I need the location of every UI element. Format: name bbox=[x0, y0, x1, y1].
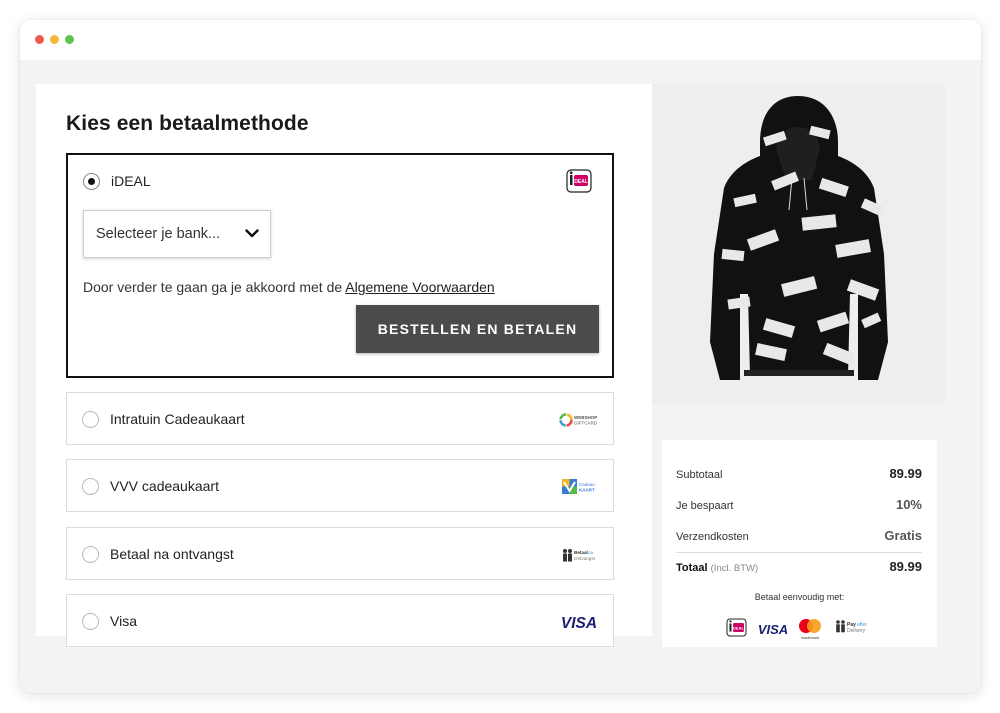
method-label-intratuin: Intratuin Cadeaukaart bbox=[110, 411, 245, 427]
radio-intratuin[interactable] bbox=[82, 411, 99, 428]
discount-label: Je bespaart bbox=[676, 500, 734, 512]
svg-text:WEBSHOP: WEBSHOP bbox=[574, 415, 597, 420]
payafter-delivery-logo-icon: Pay after Delivery bbox=[836, 620, 867, 634]
terms-prefix: Door verder te gaan ga je akkoord met de bbox=[83, 279, 343, 295]
summary-divider bbox=[676, 552, 922, 553]
svg-text:mastercard: mastercard bbox=[801, 636, 819, 640]
subtotal-value: 89.99 bbox=[889, 466, 922, 481]
maximize-window-dot[interactable] bbox=[65, 35, 74, 44]
svg-text:na: na bbox=[588, 550, 594, 555]
ideal-logo-icon: DEAL bbox=[726, 618, 747, 637]
svg-text:Cadeau: Cadeau bbox=[579, 482, 595, 487]
summary-row-total: Totaal (Incl. BTW) 89.99 bbox=[676, 559, 922, 579]
betaal-na-ontvangst-logo-icon: Betaal na Ontvangst bbox=[563, 549, 596, 562]
total-value: 89.99 bbox=[889, 559, 922, 574]
terms-link[interactable]: Algemene Voorwaarden bbox=[345, 279, 494, 295]
radio-ideal-selected[interactable] bbox=[83, 173, 100, 190]
browser-window: Kies een betaalmethode iDEAL DEAL Select… bbox=[20, 20, 981, 693]
shipping-label: Verzendkosten bbox=[676, 531, 749, 543]
method-label-vvv: VVV cadeaukaart bbox=[110, 478, 219, 494]
bank-select-dropdown[interactable]: Selecteer je bank... bbox=[83, 210, 271, 258]
radio-visa[interactable] bbox=[82, 613, 99, 630]
minimize-window-dot[interactable] bbox=[50, 35, 59, 44]
summary-row-shipping: Verzendkosten Gratis bbox=[676, 528, 922, 548]
svg-text:KAART: KAART bbox=[579, 488, 595, 493]
svg-text:DEAL: DEAL bbox=[733, 626, 744, 631]
bank-select-value: Selecteer je bank... bbox=[96, 226, 221, 242]
webshop-giftcard-logo-icon: WEBSHOP GIFTCARD bbox=[559, 413, 598, 427]
mastercard-logo-icon: mastercard bbox=[799, 619, 821, 640]
close-window-dot[interactable] bbox=[35, 35, 44, 44]
window-titlebar bbox=[20, 20, 981, 60]
payment-method-betaal-na-ontvangst[interactable]: Betaal na ontvangst Betaal na Ontvangst bbox=[66, 527, 614, 580]
ideal-logo-icon: DEAL bbox=[566, 169, 592, 193]
method-label-betaal-na-ontvangst: Betaal na ontvangst bbox=[110, 546, 234, 562]
terms-text: Door verder te gaan ga je akkoord met de… bbox=[83, 279, 495, 295]
svg-text:DEAL: DEAL bbox=[574, 179, 588, 185]
method-label-ideal: iDEAL bbox=[111, 173, 151, 189]
radio-vvv[interactable] bbox=[82, 478, 99, 495]
vvv-cadeaukaart-logo-icon: Cadeau KAART bbox=[562, 479, 595, 494]
subtotal-label: Subtotaal bbox=[676, 469, 723, 481]
chevron-down-icon bbox=[245, 229, 259, 238]
visa-logo-icon: VISA bbox=[758, 622, 788, 637]
black-printed-hoodie-image bbox=[710, 96, 888, 380]
summary-row-discount: Je bespaart 10% bbox=[676, 497, 922, 517]
total-label: Totaal (Incl. BTW) bbox=[676, 562, 759, 574]
payment-logos: DEAL VISA mastercard Pay after Delivery bbox=[726, 618, 867, 640]
svg-text:VISA: VISA bbox=[561, 615, 597, 632]
page-title: Kies een betaalmethode bbox=[66, 112, 309, 135]
shipping-value: Gratis bbox=[884, 528, 922, 543]
discount-value: 10% bbox=[895, 497, 922, 512]
order-summary: Subtotaal 89.99 Je bespaart 10% Verzendk… bbox=[662, 440, 937, 647]
pay-easy-text: Betaal eenvoudig met: bbox=[754, 592, 845, 602]
svg-text:Betaal: Betaal bbox=[574, 550, 588, 555]
visa-logo-icon: VISA bbox=[561, 615, 597, 632]
product-image bbox=[652, 84, 945, 404]
summary-row-subtotal: Subtotaal 89.99 bbox=[676, 466, 922, 486]
svg-text:Ontvangst: Ontvangst bbox=[574, 556, 596, 561]
svg-text:GIFTCARD: GIFTCARD bbox=[574, 421, 598, 426]
payment-panel: Kies een betaalmethode iDEAL DEAL Select… bbox=[36, 84, 652, 647]
radio-betaal-na-ontvangst[interactable] bbox=[82, 546, 99, 563]
payment-method-visa[interactable]: Visa VISA bbox=[66, 594, 614, 647]
order-and-pay-button[interactable]: BESTELLEN EN BETALEN bbox=[356, 305, 599, 353]
payment-method-ideal[interactable]: iDEAL DEAL Selecteer je bank... Door ver… bbox=[66, 153, 614, 378]
payment-method-vvv[interactable]: VVV cadeaukaart Cadeau KAART bbox=[66, 459, 614, 512]
method-label-visa: Visa bbox=[110, 613, 137, 629]
payment-method-intratuin[interactable]: Intratuin Cadeaukaart WEBSHOP GIFTCARD bbox=[66, 392, 614, 445]
svg-text:Delivery: Delivery bbox=[847, 628, 866, 634]
